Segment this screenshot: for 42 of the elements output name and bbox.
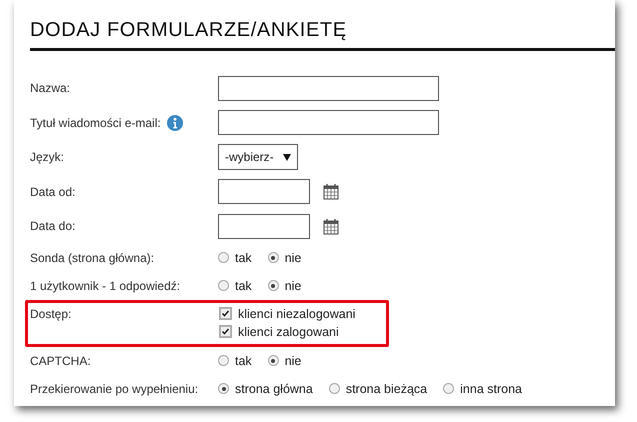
field-label: Data od: — [30, 184, 76, 199]
option-label: inna strona — [460, 382, 522, 396]
field-label: Język: — [30, 150, 64, 164]
calendar-icon[interactable] — [323, 183, 339, 200]
option-label: klienci zalogowani — [238, 324, 339, 338]
radio-button[interactable] — [218, 383, 229, 394]
field-label: Data do: — [30, 219, 76, 234]
option-label: nie — [284, 354, 302, 368]
field-label: Przekierowanie po wypełnieniu: — [30, 382, 198, 396]
info-icon[interactable] — [166, 114, 183, 131]
option-label: tak — [235, 278, 252, 292]
field-label: Dostęp: — [30, 306, 72, 320]
field-label: CAPTCHA: — [30, 354, 91, 368]
radio-button[interactable] — [328, 383, 340, 394]
field-label: 1 użytkownik - 1 odpowiedź: — [30, 278, 180, 292]
language-dropdown[interactable]: -wybierz- — [218, 144, 298, 170]
option-label: nie — [284, 278, 302, 292]
radio-button[interactable] — [218, 280, 229, 291]
page-title: DODAJ FORMULARZE/ANKIETĘ — [30, 18, 347, 43]
option-label: strona bieżąca — [346, 382, 428, 396]
text-field[interactable] — [218, 76, 439, 101]
option-label: klienci niezalogowani — [238, 306, 356, 320]
checkbox[interactable] — [219, 325, 232, 338]
radio-button[interactable] — [268, 280, 279, 291]
radio-button[interactable] — [218, 252, 229, 263]
calendar-icon[interactable] — [323, 218, 339, 235]
radio-button[interactable] — [268, 355, 279, 366]
radio-button[interactable] — [443, 383, 454, 394]
option-label: strona główna — [235, 382, 313, 396]
date-field[interactable] — [218, 179, 310, 204]
radio-button[interactable] — [268, 252, 279, 263]
option-label: tak — [235, 250, 252, 264]
caret-icon — [282, 154, 291, 161]
field-label: Sonda (strona główna): — [30, 250, 154, 264]
checkbox[interactable] — [219, 307, 232, 320]
date-field[interactable] — [218, 214, 310, 239]
option-label: nie — [284, 250, 302, 264]
field-label: Tytuł wiadomości e-mail: — [30, 116, 161, 130]
radio-button[interactable] — [218, 355, 229, 366]
text-field[interactable] — [218, 110, 439, 136]
option-label: tak — [235, 354, 252, 368]
field-label: Nazwa: — [30, 81, 70, 96]
